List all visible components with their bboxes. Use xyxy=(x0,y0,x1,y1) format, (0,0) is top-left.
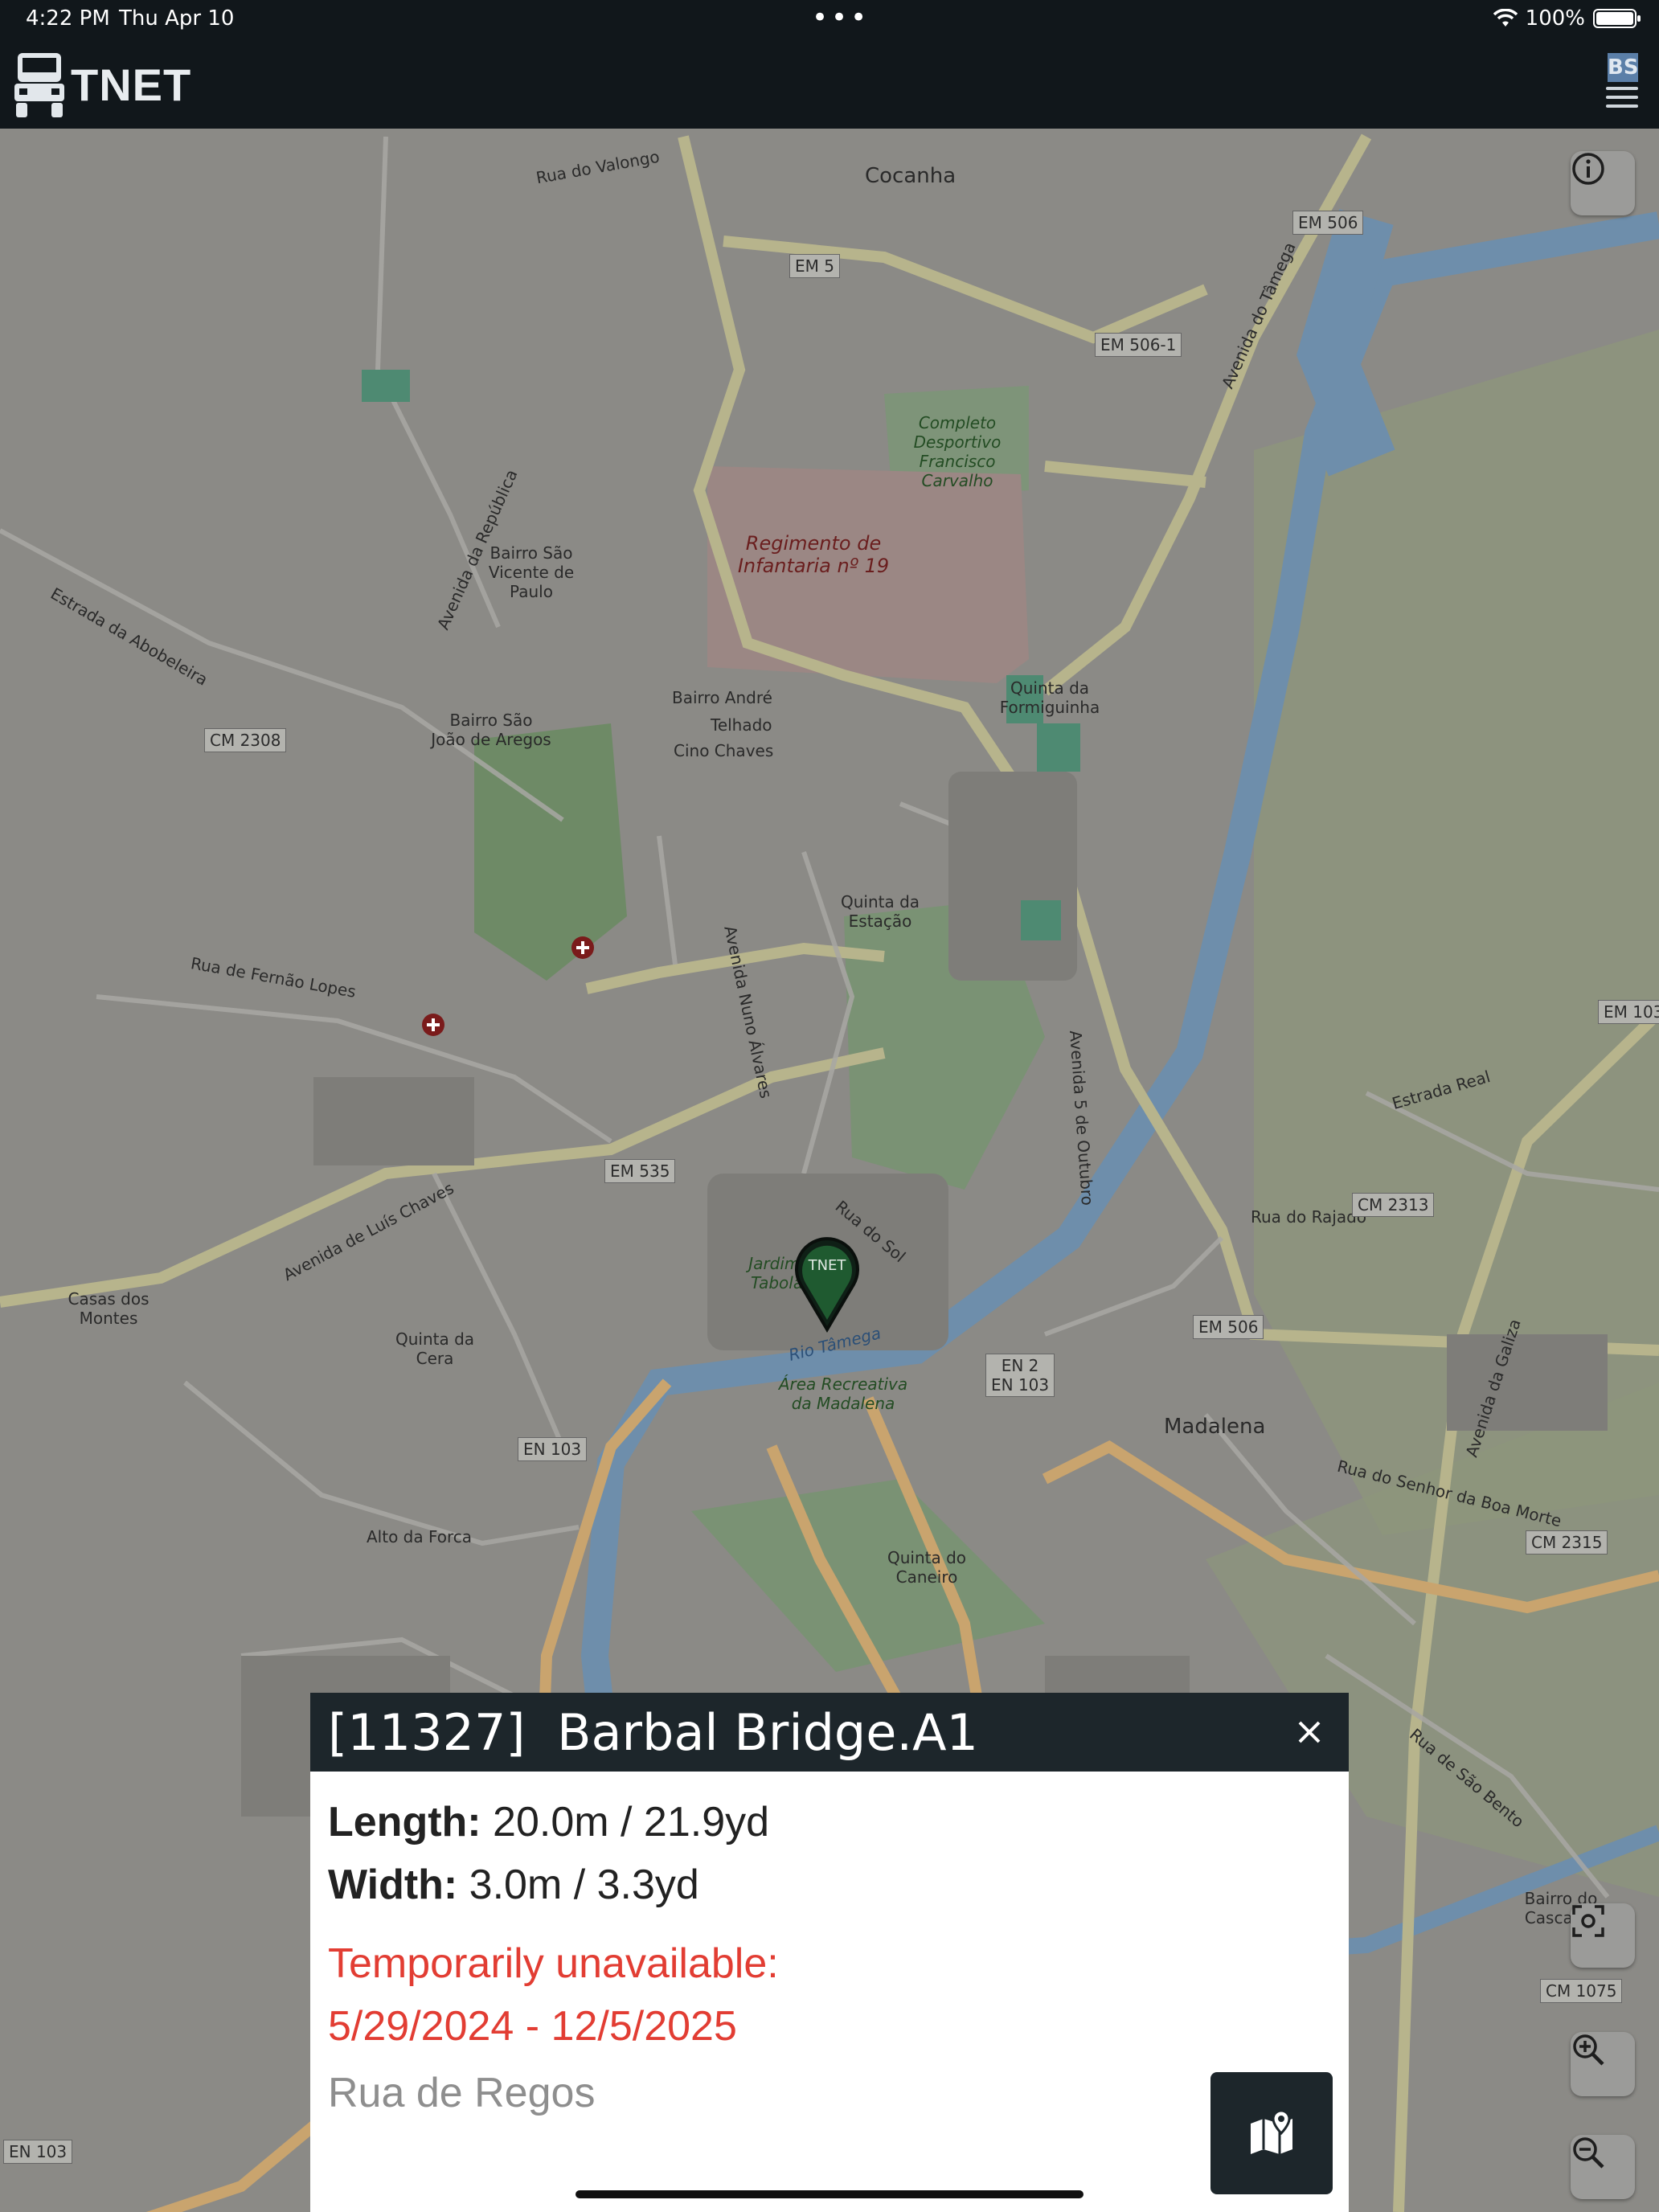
road-shield: EM 5 xyxy=(789,254,840,278)
map-label: Casas dos Montes xyxy=(68,1289,150,1328)
map-label: Cino Chaves xyxy=(674,741,774,760)
info-button[interactable] xyxy=(1571,151,1635,215)
truck-icon xyxy=(14,53,64,117)
road-shield: EM 506 xyxy=(1193,1315,1264,1339)
road-shield: EN 103 xyxy=(518,1437,588,1461)
width-row: Width: 3.0m / 3.3yd xyxy=(328,1858,1331,1911)
status-date: Thu Apr 10 xyxy=(119,6,235,31)
battery-icon xyxy=(1593,9,1641,28)
road-shield: EN 2 EN 103 xyxy=(985,1354,1055,1397)
hospital-icon xyxy=(571,936,594,959)
marker-label: TNET xyxy=(808,1257,846,1274)
road-shield: CM 2315 xyxy=(1526,1530,1608,1555)
road-shield: CM 2308 xyxy=(204,728,287,752)
multitask-dots-icon[interactable]: ••• xyxy=(812,2,870,34)
close-button[interactable] xyxy=(1289,1712,1329,1752)
popup-header: [11327] Barbal Bridge.A1 xyxy=(310,1693,1349,1772)
hamburger-menu-icon[interactable] xyxy=(1606,87,1638,113)
zoom-in-button[interactable] xyxy=(1571,2032,1635,2096)
road-shield: EM 103 xyxy=(1598,1000,1659,1024)
map-label: Bairro São Vicente de Paulo xyxy=(488,543,575,601)
availability-warning: Temporarily unavailable: 5/29/2024 - 12/… xyxy=(328,1932,1331,2058)
width-value: 3.0m / 3.3yd xyxy=(457,1862,699,1908)
width-label: Width: xyxy=(328,1862,458,1908)
road-shield: CM 1075 xyxy=(1540,1979,1623,2003)
length-label: Length: xyxy=(328,1799,481,1845)
popup-title: [11327] Barbal Bridge.A1 xyxy=(328,1702,978,1762)
wifi-icon xyxy=(1493,9,1518,27)
map-pin-icon xyxy=(795,1237,859,1333)
map-location-icon xyxy=(1251,2109,1292,2154)
road-shield: EM 506 xyxy=(1292,211,1364,235)
close-icon xyxy=(1298,1721,1321,1743)
map-label: Bairro São João de Aregos xyxy=(431,711,551,749)
street-name: Rua de Regos xyxy=(328,2070,596,2116)
road-shield: EM 506-1 xyxy=(1095,333,1182,357)
map-label: Quinta da Formiguinha xyxy=(999,678,1100,717)
zoom-out-button[interactable] xyxy=(1571,2135,1635,2199)
app-logo[interactable]: TNET xyxy=(13,50,191,119)
recenter-button[interactable] xyxy=(1571,1903,1635,1968)
hospital-icon xyxy=(422,1014,444,1036)
app-header: 4:22 PM Thu Apr 10 ••• 100% TNET BS xyxy=(0,0,1659,129)
length-row: Length: 20.0m / 21.9yd xyxy=(328,1796,1331,1849)
map-label: Quinta da Cera xyxy=(395,1329,475,1368)
map-label: Alto da Forca xyxy=(367,1527,473,1546)
length-value: 20.0m / 21.9yd xyxy=(481,1799,770,1845)
home-indicator[interactable] xyxy=(576,2190,1083,2198)
zoom-out-icon xyxy=(1573,2137,1604,2169)
battery-percent: 100% xyxy=(1525,6,1585,31)
map-label: Completo Desportivo Francisco Carvalho xyxy=(913,413,1002,490)
map-label: Área Recreativa da Madalena xyxy=(778,1374,908,1413)
road-shield: CM 2313 xyxy=(1352,1193,1435,1217)
map-label: Bairro André xyxy=(672,688,772,707)
road-shield: EN 103 xyxy=(3,2140,73,2164)
map-label: Quinta do Caneiro xyxy=(887,1548,967,1587)
warning-dates: 5/29/2024 - 12/5/2025 xyxy=(328,2003,737,2050)
road-shield: EM 535 xyxy=(604,1159,676,1183)
open-in-maps-button[interactable] xyxy=(1210,2072,1333,2194)
zoom-in-icon xyxy=(1573,2034,1604,2066)
app-name: TNET xyxy=(71,59,192,110)
map-label: Cocanha xyxy=(865,164,956,188)
map-label: Regimento de Infantaria nº 19 xyxy=(737,532,890,577)
status-indicators: 100% xyxy=(1493,6,1641,31)
map-label: Rua do Rajado xyxy=(1251,1207,1367,1227)
status-time: 4:22 PM xyxy=(26,6,110,31)
bridge-info-popup: [11327] Barbal Bridge.A1 Length: 20.0m /… xyxy=(310,1693,1349,2212)
info-icon xyxy=(1572,153,1604,185)
warning-title: Temporarily unavailable: xyxy=(328,1940,779,1987)
map-label: Quinta da Estação xyxy=(840,892,920,931)
bs-badge[interactable]: BS xyxy=(1608,53,1639,82)
focus-frame-icon xyxy=(1572,1905,1604,1937)
map-label: Madalena xyxy=(1164,1415,1266,1439)
map-label: Telhado xyxy=(711,715,772,735)
